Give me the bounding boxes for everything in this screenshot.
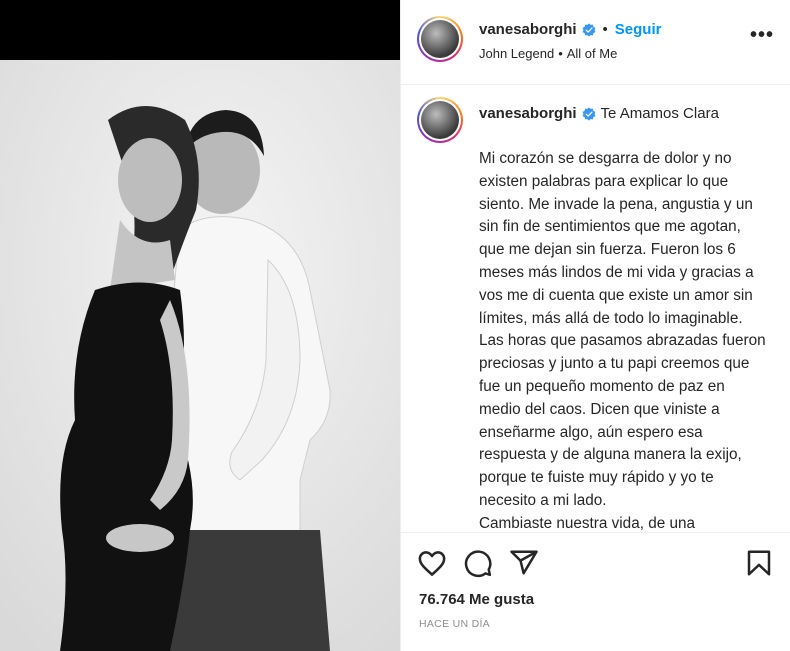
- username-link[interactable]: vanesaborghi: [479, 21, 577, 38]
- post-photo[interactable]: [0, 60, 400, 651]
- avatar-image: [421, 20, 459, 58]
- like-button[interactable]: [417, 548, 447, 578]
- caption-section: vanesaborghi Te Amamos Clara Mi corazón …: [401, 86, 790, 532]
- caption-username-link[interactable]: vanesaborghi: [479, 105, 577, 122]
- bookmark-icon: [747, 550, 771, 576]
- audio-separator: •: [558, 46, 563, 61]
- comment-button[interactable]: [463, 548, 493, 578]
- header-user-line: vanesaborghi • Seguir: [479, 21, 661, 38]
- post-details-panel: vanesaborghi • Seguir John Legend • All …: [400, 0, 790, 651]
- separator-dot: •: [602, 21, 608, 38]
- comment-icon: [464, 550, 492, 578]
- avatar[interactable]: [417, 16, 463, 62]
- caption-text: Mi corazón se desgarra de dolor y no exi…: [479, 150, 766, 532]
- save-button[interactable]: [744, 548, 774, 578]
- post-media-panel: [0, 0, 400, 651]
- caption-header: vanesaborghi Te Amamos Clara: [479, 105, 719, 122]
- likes-count[interactable]: 76.764 Me gusta: [419, 591, 534, 608]
- couple-photo-illustration: [0, 60, 400, 651]
- avatar-image: [421, 101, 459, 139]
- post-timestamp[interactable]: HACE UN DÍA: [419, 618, 490, 630]
- post-header: vanesaborghi • Seguir John Legend • All …: [401, 0, 790, 85]
- verified-badge-icon: [582, 22, 596, 37]
- verified-badge-icon: [582, 106, 596, 121]
- more-options-button[interactable]: •••: [750, 25, 774, 45]
- follow-button[interactable]: Seguir: [615, 21, 662, 38]
- share-button[interactable]: [509, 548, 539, 578]
- audio-line: John Legend • All of Me: [479, 46, 617, 61]
- audio-artist-link[interactable]: John Legend: [479, 46, 554, 61]
- audio-song-link[interactable]: All of Me: [567, 46, 618, 61]
- heart-icon: [418, 551, 446, 576]
- paper-plane-icon: [510, 550, 538, 575]
- caption-avatar[interactable]: [417, 97, 463, 143]
- caption-title: Te Amamos Clara: [600, 105, 719, 122]
- action-icons-row: [417, 548, 774, 580]
- post-actions-bar: 76.764 Me gusta HACE UN DÍA: [401, 532, 790, 651]
